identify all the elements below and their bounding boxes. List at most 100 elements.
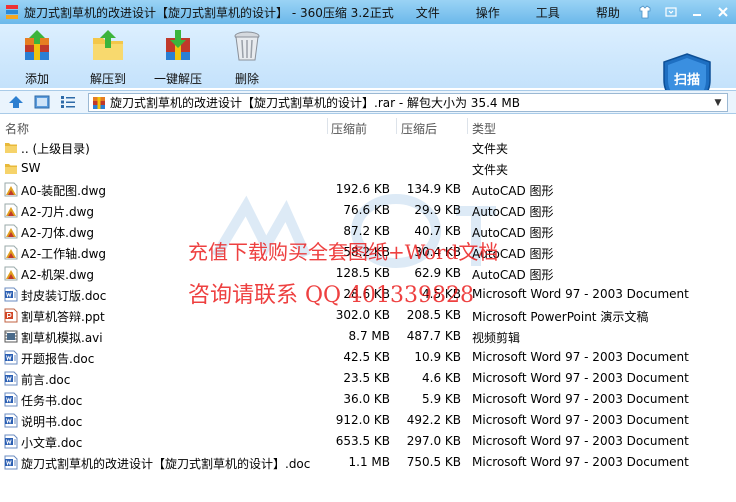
table-row[interactable]: 任务书.doc 36.0 KB 5.9 KB Microsoft Word 97 - … [0, 389, 736, 410]
doc-icon [4, 371, 18, 386]
file-size-packed: 42.5 KB [343, 350, 390, 364]
file-size-unpacked: 208.5 KB [406, 308, 461, 322]
file-name: A2-机架.dwg [21, 268, 95, 282]
dwg-icon [4, 182, 18, 197]
skin-icon[interactable] [632, 2, 658, 22]
app-logo-icon [4, 4, 20, 20]
file-type: 文件夹 [472, 163, 509, 177]
extract-to-label: 解压到 [89, 72, 126, 86]
extract-folder-icon [93, 30, 123, 60]
table-row[interactable]: 开题报告.doc 42.5 KB 10.9 KB Microsoft Word 97 … [0, 347, 736, 368]
table-row[interactable]: SW 文件夹 [0, 158, 736, 179]
file-name: 旋刀式割草机的改进设计【旋刀式割草机的设计】.doc [21, 457, 311, 471]
file-type: AutoCAD 图形 [472, 205, 554, 219]
table-row[interactable]: 旋刀式割草机的改进设计【旋刀式割草机的设计】.doc 1.1 MB 750.5 KB… [0, 452, 736, 473]
file-type: Microsoft PowerPoint 演示文稿 [472, 310, 649, 324]
file-size-packed: 36.0 KB [343, 392, 390, 406]
file-size-unpacked: 487.7 KB [406, 329, 461, 343]
doc-icon [4, 392, 18, 407]
file-name: 说明书.doc [21, 415, 83, 429]
file-type: Microsoft Word 97 - 2003 Document [472, 413, 689, 427]
title-bar: 旋刀式割草机的改进设计【旋刀式割草机的设计】 - 360压缩 3.2正式 文件 … [0, 0, 736, 24]
table-row[interactable]: A0-装配图.dwg 192.6 KB 134.9 KB AutoCAD 图形 [0, 179, 736, 200]
doc-icon [4, 455, 18, 470]
file-size-unpacked: 29.9 KB [414, 203, 461, 217]
menu-tools[interactable]: 工具 [536, 4, 560, 21]
column-unpacked[interactable]: 压缩后 [401, 120, 437, 137]
file-size-packed: 192.6 KB [335, 182, 390, 196]
menu-operation[interactable]: 操作 [476, 4, 500, 21]
file-name: 开题报告.doc [21, 352, 95, 366]
menu-file[interactable]: 文件 [416, 4, 440, 21]
list-view-icon[interactable] [60, 95, 76, 109]
extract-to-button[interactable]: 解压到 [76, 28, 140, 87]
file-size-packed: 76.6 KB [343, 203, 390, 217]
column-separator[interactable] [467, 118, 468, 134]
file-name: 小文章.doc [21, 436, 83, 450]
file-size-packed: 23.5 KB [343, 371, 390, 385]
table-row[interactable]: .. (上级目录) 文件夹 [0, 137, 736, 158]
add-button[interactable]: 添加 [5, 28, 69, 87]
file-type: Microsoft Word 97 - 2003 Document [472, 287, 689, 301]
file-type: 文件夹 [472, 142, 509, 156]
path-dropdown-icon[interactable]: ▼ [709, 94, 727, 111]
delete-button[interactable]: 删除 [215, 28, 279, 87]
scan-label: 扫描 [673, 73, 700, 88]
menu-dropdown-icon[interactable] [658, 2, 684, 22]
file-name: A2-刀片.dwg [21, 205, 95, 219]
menu-help[interactable]: 帮助 [596, 4, 620, 21]
column-packed[interactable]: 压缩前 [331, 120, 367, 137]
doc-icon [4, 413, 18, 428]
column-type[interactable]: 类型 [472, 120, 496, 137]
file-size-unpacked: 10.9 KB [414, 350, 461, 364]
file-size-packed: 653.5 KB [335, 434, 390, 448]
watermark-line-1: 充值下载购买全套图纸+Word文档 [188, 240, 499, 264]
delete-label: 删除 [234, 72, 259, 86]
column-header: 名称 压缩前 压缩后 类型 [0, 116, 736, 136]
file-name: 任务书.doc [21, 394, 83, 408]
file-type: Microsoft Word 97 - 2003 Document [472, 392, 689, 406]
file-size-packed: 912.0 KB [335, 413, 390, 427]
add-label: 添加 [24, 72, 49, 86]
file-name: .. (上级目录) [21, 142, 90, 156]
one-click-extract-button[interactable]: 一键解压 [146, 28, 210, 87]
dwg-icon [4, 245, 18, 260]
one-click-extract-icon [166, 30, 190, 60]
doc-icon [4, 350, 18, 365]
avi-icon [4, 329, 18, 344]
table-row[interactable]: 说明书.doc 912.0 KB 492.2 KB Microsoft Word 97… [0, 410, 736, 431]
file-type: Microsoft Word 97 - 2003 Document [472, 350, 689, 364]
path-field[interactable]: 旋刀式割草机的改进设计【旋刀式割草机的设计】.rar - 解包大小为 35.4 … [88, 93, 728, 112]
file-size-unpacked: 750.5 KB [406, 455, 461, 469]
table-row[interactable]: 小文章.doc 653.5 KB 297.0 KB Microsoft Word 97… [0, 431, 736, 452]
window-title: 旋刀式割草机的改进设计【旋刀式割草机的设计】 - 360压缩 3.2正式 [24, 5, 394, 20]
window-controls [632, 0, 736, 24]
file-name: 前言.doc [21, 373, 71, 387]
table-row[interactable]: 前言.doc 23.5 KB 4.6 KB Microsoft Word 97 - 2… [0, 368, 736, 389]
file-size-packed: 302.0 KB [335, 308, 390, 322]
file-type: AutoCAD 图形 [472, 184, 554, 198]
file-size-unpacked: 134.9 KB [406, 182, 461, 196]
watermark-line-2: 咨询请联系 QQ 401339828 [188, 283, 475, 308]
add-archive-icon [25, 30, 49, 60]
file-size-packed: 8.7 MB [348, 329, 390, 343]
file-size-unpacked: 297.0 KB [406, 434, 461, 448]
minimize-icon[interactable] [684, 2, 710, 22]
dwg-icon [4, 224, 18, 239]
table-row[interactable]: A2-刀片.dwg 76.6 KB 29.9 KB AutoCAD 图形 [0, 200, 736, 221]
rar-archive-icon [93, 96, 105, 109]
thumbnail-view-icon[interactable] [34, 95, 50, 109]
file-name: A2-工作轴.dwg [21, 247, 107, 261]
file-name: 割草机模拟.avi [21, 331, 103, 345]
close-icon[interactable] [710, 2, 736, 22]
up-arrow-icon[interactable] [8, 95, 24, 109]
column-separator[interactable] [396, 118, 397, 134]
folder-icon [4, 140, 18, 155]
column-name[interactable]: 名称 [5, 120, 29, 137]
column-separator[interactable] [327, 118, 328, 134]
table-row[interactable]: 割草机模拟.avi 8.7 MB 487.7 KB 视频剪辑 [0, 326, 736, 347]
menu-bar: 文件 操作 工具 帮助 [416, 4, 656, 21]
file-name: A0-装配图.dwg [21, 184, 107, 198]
trash-icon [234, 31, 260, 61]
file-name: 封皮装订版.doc [21, 289, 107, 303]
